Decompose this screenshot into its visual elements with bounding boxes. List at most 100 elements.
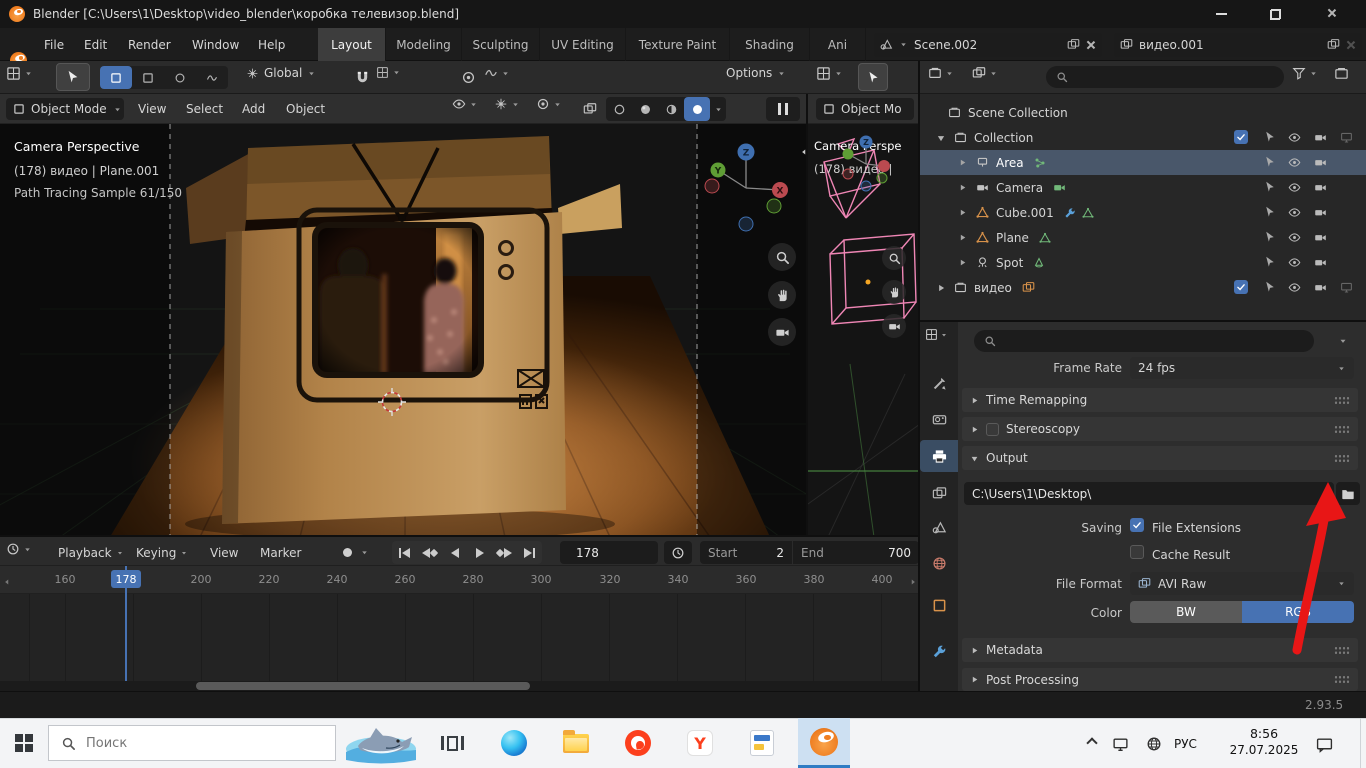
timeline-menu-playback[interactable]: Playback (52, 542, 130, 564)
outliner-search[interactable] (1046, 66, 1284, 88)
proportional-editing-toggle[interactable] (456, 65, 480, 89)
scene-selector[interactable]: Scene.002 (874, 33, 1102, 57)
network-icon[interactable] (1112, 736, 1129, 753)
render-camera-icon[interactable] (1314, 206, 1327, 219)
panel-time-remapping[interactable]: Time Remapping (962, 388, 1358, 412)
active-tool-button-2[interactable] (858, 63, 888, 91)
play-reverse-button[interactable] (442, 541, 467, 564)
editor-type-button[interactable] (6, 66, 33, 81)
mode-dropdown-2[interactable]: Object Mo (816, 98, 914, 120)
outliner-search-input[interactable] (1074, 70, 1254, 84)
scroll-left-arrow[interactable] (2, 577, 12, 587)
workspace-tab-uv-editing[interactable]: UV Editing (540, 28, 626, 61)
workspace-tab-sculpting[interactable]: Sculpting (462, 28, 540, 61)
pan-button-2[interactable] (882, 280, 906, 304)
properties-search-input[interactable] (1002, 334, 1282, 348)
selectable-icon[interactable] (1264, 181, 1276, 193)
hide-eye-icon[interactable] (1288, 231, 1301, 244)
outliner-row-collection[interactable]: Collection (920, 125, 1366, 150)
menu-file[interactable]: File (38, 34, 70, 56)
xray-toggle[interactable] (578, 97, 602, 121)
tray-expand-button[interactable] (1078, 718, 1106, 768)
active-tool-button[interactable] (56, 63, 90, 91)
viewport-menu-select[interactable]: Select (180, 98, 229, 120)
language-indicator[interactable]: РУС (1174, 737, 1197, 751)
tab-render[interactable] (920, 404, 958, 434)
render-camera-icon[interactable] (1314, 281, 1327, 294)
collection-checkbox[interactable] (1234, 130, 1248, 144)
maximize-button[interactable] (1252, 0, 1298, 28)
file-format-dropdown[interactable]: AVI Raw (1130, 572, 1354, 595)
remove-view-layer-icon[interactable] (1346, 40, 1356, 50)
editor-divider[interactable] (920, 320, 1366, 322)
drag-grip-icon[interactable] (1334, 675, 1350, 684)
outliner-row-scene-collection[interactable]: Scene Collection (920, 100, 1366, 125)
hide-eye-icon[interactable] (1288, 156, 1301, 169)
render-camera-icon[interactable] (1314, 181, 1327, 194)
taskbar-yandex-button[interactable]: Y (676, 718, 724, 768)
use-preview-range-button[interactable] (664, 541, 692, 564)
taskbar-blender-button[interactable] (798, 718, 850, 768)
output-path-field[interactable]: C:\Users\1\Desktop\ (964, 482, 1334, 505)
gizmos-dropdown[interactable] (494, 97, 520, 111)
drag-grip-icon[interactable] (1334, 454, 1350, 463)
zoom-button[interactable] (768, 243, 796, 271)
timeline-menu-view[interactable]: View (204, 542, 244, 564)
outliner-row-camera[interactable]: Camera (920, 175, 1366, 200)
panel-post-processing[interactable]: Post Processing (962, 668, 1358, 691)
pause-render-button[interactable] (766, 97, 800, 121)
area-resize-arrows[interactable] (799, 147, 809, 157)
tab-view-layer[interactable] (920, 478, 958, 508)
selectable-icon[interactable] (1264, 131, 1276, 143)
workspace-tab-shading[interactable]: Shading (730, 28, 810, 61)
unlink-scene-icon[interactable] (1086, 40, 1096, 50)
shading-wireframe[interactable] (606, 97, 632, 121)
orientation-dropdown[interactable]: Global (246, 66, 316, 80)
outliner-row-plane[interactable]: Plane (920, 225, 1366, 250)
jump-to-end-button[interactable] (517, 541, 542, 564)
menu-edit[interactable]: Edit (78, 34, 113, 56)
taskbar-yandex-promo-button[interactable] (338, 719, 424, 767)
workspace-tab-modeling[interactable]: Modeling (386, 28, 462, 61)
frame-rate-dropdown[interactable]: 24 fps (1130, 357, 1354, 379)
editor-divider[interactable] (806, 94, 808, 537)
viewport-3d[interactable]: Camera Perspective (178) видео | Plane.0… (0, 124, 808, 537)
select-mode-circle[interactable] (164, 66, 196, 89)
camera-view-button[interactable] (768, 318, 796, 346)
timeline-scrollbar-thumb[interactable] (196, 682, 530, 690)
stereoscopy-checkbox[interactable] (986, 423, 999, 436)
end-frame-field[interactable]: End 700 (793, 541, 919, 564)
taskbar-edge-button[interactable] (490, 718, 538, 768)
hide-eye-icon[interactable] (1288, 256, 1301, 269)
viewport-disable-icon[interactable] (1340, 281, 1353, 294)
editor-divider[interactable] (918, 61, 920, 691)
globe-icon[interactable] (1146, 736, 1162, 752)
action-center-icon[interactable] (1316, 736, 1333, 753)
color-rgb-button[interactable]: RGB (1242, 601, 1354, 623)
menu-window[interactable]: Window (186, 34, 245, 56)
new-collection-button[interactable] (1334, 66, 1349, 81)
properties-editor-button[interactable] (925, 328, 948, 341)
shading-options[interactable] (710, 97, 726, 121)
taskbar-search[interactable] (48, 725, 336, 761)
current-frame-field[interactable]: 178 (560, 541, 658, 564)
menu-render[interactable]: Render (122, 34, 177, 56)
filter-dropdown[interactable] (1292, 66, 1318, 80)
auto-keyframe-button[interactable] (336, 542, 358, 563)
disclosure-closed-icon[interactable] (936, 283, 946, 293)
select-mode-box[interactable] (132, 66, 164, 89)
viewport-menu-view[interactable]: View (132, 98, 172, 120)
pan-button[interactable] (768, 281, 796, 309)
disclosure-closed-icon[interactable] (958, 158, 967, 167)
hide-eye-icon[interactable] (1288, 206, 1301, 219)
outliner-row-area[interactable]: Area (920, 150, 1366, 175)
disclosure-closed-icon[interactable] (958, 233, 967, 242)
viewport-menu-add[interactable]: Add (236, 98, 271, 120)
start-button[interactable] (0, 718, 48, 768)
selectable-icon[interactable] (1264, 231, 1276, 243)
panel-output[interactable]: Output (962, 446, 1358, 470)
workspace-tab-layout[interactable]: Layout (318, 28, 386, 61)
navigation-gizmo-secondary[interactable]: Z (836, 132, 896, 196)
display-mode-button[interactable] (972, 66, 998, 80)
prev-keyframe-button[interactable] (417, 541, 442, 564)
